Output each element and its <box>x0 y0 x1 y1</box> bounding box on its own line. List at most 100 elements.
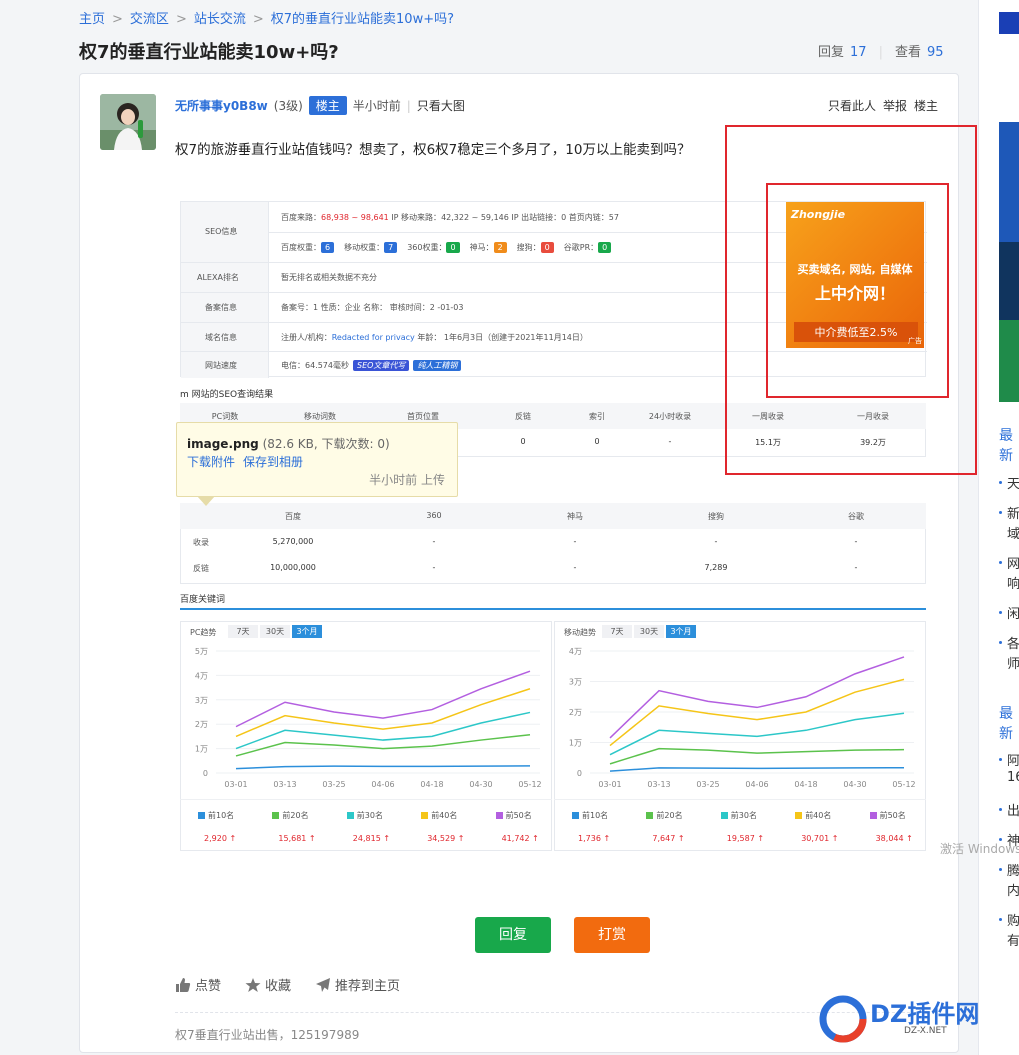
sidebar-news-item[interactable]: 域 <box>1007 523 1019 542</box>
series-line <box>609 656 905 739</box>
weight-badge: 0 <box>598 242 612 253</box>
result-header: PC词数 <box>211 412 239 421</box>
ad-banner[interactable]: Zhongjie 买卖域名, 网站, 自媒体 上中介网！ 中介费低至2.5% 广… <box>786 202 924 348</box>
chart-range-tab[interactable]: 3个月 <box>292 625 322 638</box>
weight-item[interactable]: 移动权重： 7 <box>344 242 398 253</box>
signature: 权7垂直行业站出售，125197989 <box>175 1028 360 1042</box>
breadcrumb-forum[interactable]: 交流区 <box>130 12 169 27</box>
bullet-dot <box>999 561 1002 564</box>
engine-row-label: 反链 <box>193 564 209 573</box>
weight-item[interactable]: 神马： 2 <box>470 242 507 253</box>
x-tick-label: 03-13 <box>273 780 296 789</box>
view-label: 查看 <box>894 45 921 60</box>
series-line <box>235 688 531 738</box>
result-value: 0 <box>520 437 526 446</box>
chart-range-tab[interactable]: 7天 <box>228 625 258 638</box>
sidebar-banner-ad3[interactable] <box>999 320 1019 402</box>
weight-badge: 6 <box>321 242 335 253</box>
download-attachment-link[interactable]: 下载附件 <box>187 455 235 469</box>
engine-header: 谷歌 <box>848 512 864 521</box>
x-tick-label: 04-30 <box>843 780 866 789</box>
breadcrumb-board[interactable]: 站长交流 <box>194 12 246 27</box>
sidebar-news-item[interactable]: 各 <box>1007 633 1019 652</box>
reward-button[interactable]: 打赏 <box>574 917 650 953</box>
avatar[interactable] <box>100 94 156 150</box>
sidebar-news-item[interactable]: 16 <box>1007 770 1019 785</box>
breadcrumb-thread[interactable]: 权7的垂直行业站能卖10w+吗? <box>271 12 454 27</box>
icp-text: 备案号：1 性质：企业 名称： 审核时间：2 -01-03 <box>281 303 464 312</box>
bullet-dot <box>999 481 1002 484</box>
only-big-image-link[interactable]: 只看大图 <box>417 97 465 114</box>
chart-range-tab[interactable]: 7天 <box>602 625 632 638</box>
only-this-user-link[interactable]: 只看此人 <box>828 99 876 113</box>
report-link[interactable]: 举报 <box>883 99 907 113</box>
reply-button[interactable]: 回复 <box>475 917 551 953</box>
alexa-text: 暂无排名或相关数据不充分 <box>281 273 377 282</box>
send-icon <box>316 977 331 992</box>
legend-value: 19,587 ↑ <box>726 834 765 843</box>
sidebar-heading-latest: 最新 <box>999 428 1013 464</box>
sidebar-news-item[interactable]: 有 <box>1007 930 1019 949</box>
sidebar-news-item[interactable]: 师 <box>1007 653 1019 672</box>
sidebar-news-item[interactable]: 购 <box>1007 910 1019 929</box>
legend-value: 2,920 ↑ <box>204 834 237 843</box>
engine-header: 神马 <box>567 512 583 521</box>
sidebar-news-item[interactable]: 腾 <box>1007 860 1019 879</box>
weight-item[interactable]: 百度权重： 6 <box>281 242 335 253</box>
star-icon <box>245 977 261 992</box>
series-line <box>235 765 531 770</box>
weight-item[interactable]: 搜狗： 0 <box>517 242 554 253</box>
ad-line1: 买卖域名, 网站, 自媒体 <box>797 263 913 276</box>
chart-range-tab[interactable]: 3个月 <box>666 625 696 638</box>
recommend-button[interactable]: 推荐到主页 <box>315 975 400 994</box>
legend-value: 41,742 ↑ <box>501 834 539 843</box>
sidebar-news-item[interactable]: 出 <box>1007 800 1019 819</box>
sidebar-news-item[interactable]: 阿 <box>1007 750 1019 769</box>
sidebar-banner-ad2[interactable] <box>999 242 1019 320</box>
sidebar-news-item[interactable]: 网 <box>1007 553 1019 572</box>
chevron-right-icon: > <box>175 12 187 27</box>
engine-cell: - <box>854 563 858 572</box>
result-title: m 网站的SEO查询结果 <box>180 390 274 400</box>
post-card: 无所事事y0B8w (3级) 楼主 半小时前 | 只看大图 只看此人 举报 楼主 权… <box>79 73 1019 1053</box>
legend-divider <box>180 799 552 800</box>
result-value: 0 <box>594 437 600 446</box>
weight-item[interactable]: 360权重： 0 <box>407 242 460 253</box>
like-button[interactable]: 点赞 <box>175 975 221 994</box>
line-chart: 0 1万 2万 3万 4万 03-01 03-13 03-25 04-06 04-18 04-30 0… <box>569 647 916 789</box>
y-tick-label: 2万 <box>569 708 582 717</box>
favorite-button[interactable]: 收藏 <box>245 975 291 994</box>
legend-label: 前10名 <box>208 811 235 820</box>
engine-cell: - <box>432 563 436 572</box>
bullet-dot <box>999 758 1002 761</box>
chart-range-tab[interactable]: 30天 <box>260 625 290 638</box>
chart-range-tab[interactable]: 30天 <box>634 625 664 638</box>
watermark-logo-icon <box>819 995 867 1043</box>
legend-label: 前40名 <box>805 811 832 820</box>
seo-writing-tag[interactable]: SEO文章代写 <box>353 360 410 371</box>
legend-divider <box>554 799 926 800</box>
seo-row-label: 域名信息 <box>205 333 237 342</box>
x-tick-label: 04-06 <box>745 780 768 789</box>
author-name[interactable]: 无所事事y0B8w <box>175 97 268 114</box>
sidebar-news-item[interactable]: 天 <box>1007 473 1019 492</box>
breadcrumb-home[interactable]: 主页 <box>79 12 105 27</box>
registrant-link[interactable]: Redacted for privacy <box>332 333 415 342</box>
save-to-album-link[interactable]: 保存到相册 <box>243 455 303 469</box>
bullet-dot <box>999 808 1002 811</box>
series-line <box>235 733 531 757</box>
sidebar-banner-top[interactable] <box>999 12 1019 34</box>
sidebar-banner-ad1[interactable] <box>999 122 1019 242</box>
y-tick-label: 3万 <box>569 678 582 687</box>
y-tick-label: 1万 <box>569 739 582 748</box>
legend-swatch <box>869 812 877 819</box>
x-tick-label: 05-12 <box>518 780 541 789</box>
legend-label: 前20名 <box>282 811 309 820</box>
attachment-meta: (82.6 KB, 下载次数: 0) <box>262 437 390 451</box>
manual-tag[interactable]: 纯人工精钢 <box>413 360 462 371</box>
sidebar-news-item[interactable]: 内 <box>1007 880 1019 899</box>
sidebar-news-item[interactable]: 闲 <box>1007 603 1019 622</box>
weight-item[interactable]: 谷歌PR： 0 <box>564 242 612 253</box>
sidebar-news-item[interactable]: 响 <box>1007 573 1019 592</box>
sidebar-news-item[interactable]: 新 <box>1007 503 1019 522</box>
